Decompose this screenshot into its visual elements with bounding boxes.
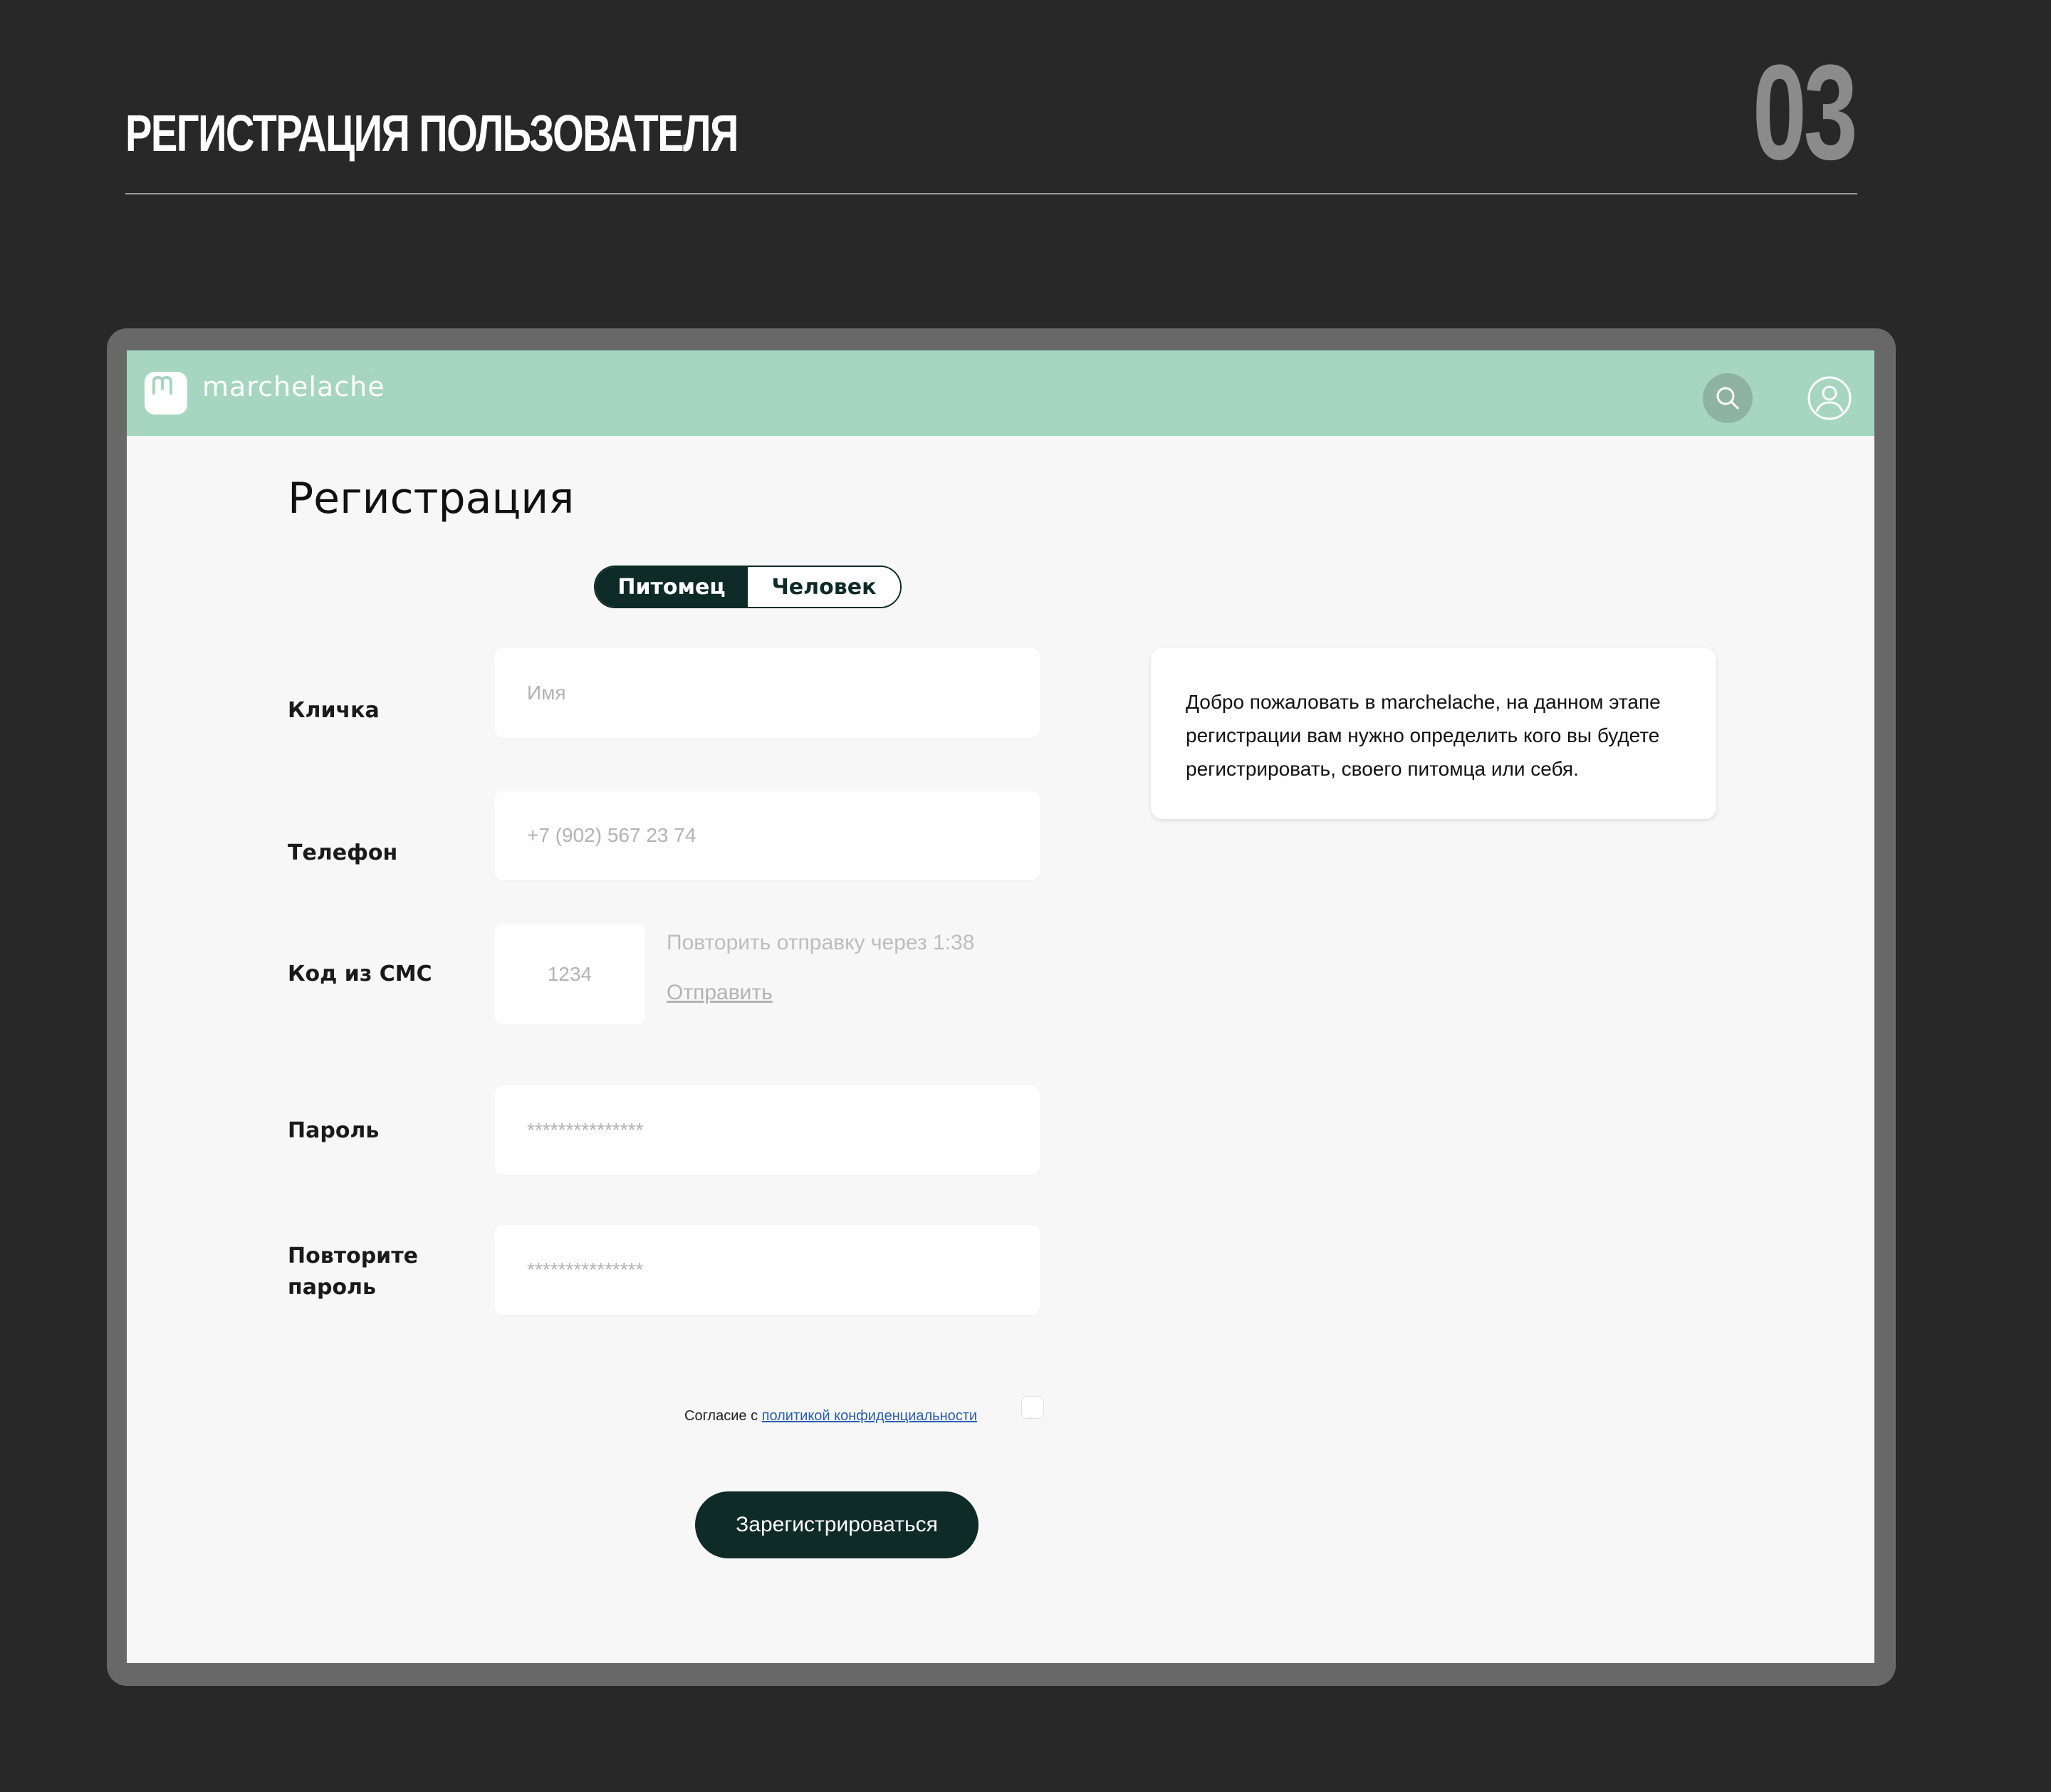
sms-code-input[interactable] bbox=[494, 924, 645, 1024]
password-label: Пароль bbox=[288, 1118, 380, 1143]
user-icon bbox=[1807, 376, 1852, 420]
profile-button[interactable] bbox=[1806, 375, 1853, 422]
page-title: Регистрация bbox=[288, 474, 575, 523]
slide-number: 03 bbox=[1752, 37, 1857, 188]
tab-human[interactable]: Человек bbox=[748, 567, 900, 607]
info-card-text: Добро пожаловать в marchelache, на данно… bbox=[1186, 691, 1661, 780]
brand-trademark: ˜ bbox=[369, 369, 372, 377]
search-button[interactable] bbox=[1703, 373, 1753, 423]
app-header: marchelache ˜ bbox=[127, 350, 1874, 436]
slide-divider bbox=[125, 193, 1857, 194]
nickname-label: Кличка bbox=[288, 698, 380, 723]
repeat-password-label-line1: Повторите bbox=[288, 1244, 418, 1269]
info-card: Добро пожаловать в marchelache, на данно… bbox=[1151, 648, 1716, 819]
tab-pet[interactable]: Питомец bbox=[595, 567, 748, 607]
repeat-password-input[interactable] bbox=[494, 1225, 1040, 1315]
phone-label: Телефон bbox=[288, 840, 398, 865]
consent-text: Согласие с bbox=[684, 1408, 762, 1424]
register-button[interactable]: Зарегистрироваться bbox=[695, 1491, 978, 1558]
phone-input[interactable] bbox=[494, 791, 1040, 880]
nickname-input[interactable] bbox=[494, 648, 1040, 738]
resend-link[interactable]: Отправить bbox=[667, 979, 773, 1007]
privacy-policy-link[interactable]: политикой конфиденциальности bbox=[762, 1408, 977, 1424]
search-icon bbox=[1716, 387, 1739, 410]
repeat-password-label-line2: пароль bbox=[288, 1275, 376, 1300]
brand-name[interactable]: marchelache bbox=[202, 370, 385, 403]
app-screen: marchelache ˜ Регистрация Питомец Челове… bbox=[127, 350, 1874, 1663]
repeat-password-label: Повторите пароль bbox=[288, 1241, 418, 1303]
consent-row: Согласие с политикой конфиденциальности bbox=[684, 1402, 977, 1430]
registration-type-switch: Питомец Человек bbox=[594, 566, 902, 608]
sms-code-label: Код из СМС bbox=[288, 962, 432, 986]
password-input[interactable] bbox=[494, 1085, 1040, 1175]
consent-checkbox[interactable] bbox=[1021, 1396, 1044, 1419]
brand-logo-icon[interactable] bbox=[145, 372, 187, 415]
slide-title: РЕГИСТРАЦИЯ ПОЛЬЗОВАТЕЛЯ bbox=[125, 105, 739, 162]
resend-timer: Повторить отправку через 1:38 bbox=[667, 931, 975, 954]
